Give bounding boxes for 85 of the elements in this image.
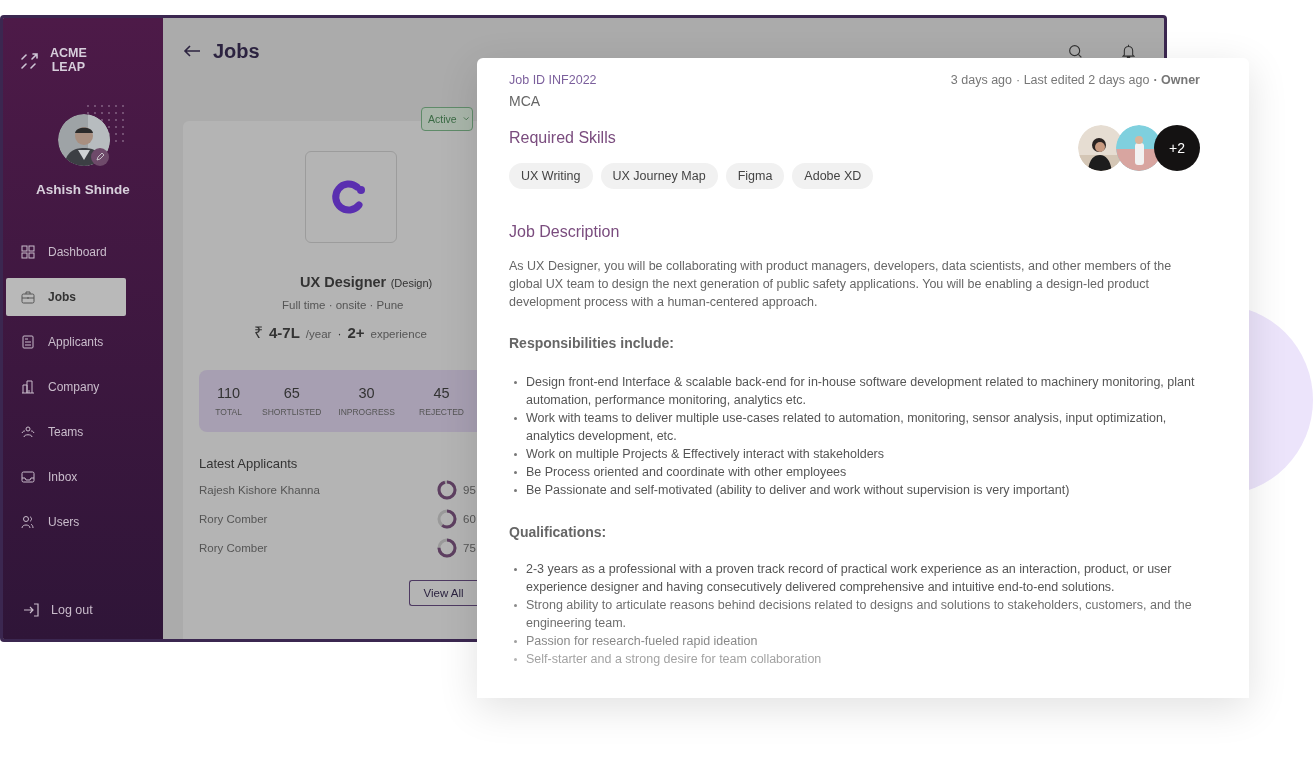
section-title: Latest Applicants [199, 456, 298, 471]
search-icon[interactable] [1068, 43, 1083, 59]
section-title: Required Skills [509, 129, 617, 147]
list-item: Work on multiple Projects & Effectively interact with stakeholders [526, 446, 885, 463]
profile-name: Ashish Shinde [35, 182, 131, 197]
logout-icon [23, 603, 39, 617]
nav-item[interactable]: Applicants [6, 323, 126, 361]
salary-range: 4-7L [269, 324, 300, 341]
list-item: Self-starter and a strong desire for team collaboration [526, 651, 822, 668]
stat-label: REJECTED [419, 407, 464, 417]
list-item: Be Passionate and self-motivated (ability to deliver and work without supervision is very important) [526, 482, 1070, 499]
section-title: Responsibilities include: [509, 335, 675, 351]
stat-value: 30 [358, 385, 375, 401]
nav-item[interactable]: Teams [6, 413, 126, 451]
skill-chip: Figma [725, 163, 785, 189]
bullet-icon [514, 604, 517, 607]
salary-period: /year [305, 328, 332, 340]
nav-item[interactable]: Inbox [6, 458, 126, 496]
list-item: Work with teams to deliver multiple use-cases related to automation, monitoring, sensor analysis, input optimization, analytics development, etc. [526, 410, 1168, 445]
stat-label: TOTAL [215, 407, 242, 417]
job-title: UX Designer [300, 274, 387, 290]
bullet-icon [514, 471, 517, 474]
bell-icon[interactable] [1121, 43, 1136, 59]
job-meta: Full time · onsite · Pune [282, 299, 404, 311]
skill-chip: UX Journey Map [600, 163, 718, 189]
document-icon [21, 335, 35, 349]
more-avatars-badge[interactable]: +2 [1154, 125, 1200, 171]
qualification: MCA [509, 93, 542, 109]
bullet-icon [514, 453, 517, 456]
edited-time: · Last edited 2 days ago [1016, 73, 1150, 87]
posted-time: 3 days ago [950, 73, 1012, 87]
chevron-icon [462, 116, 469, 122]
experience-value: 2+ [347, 324, 365, 341]
owner-label: · Owner [1153, 73, 1200, 87]
briefcase-icon [21, 290, 35, 304]
users-icon [21, 515, 35, 529]
stat-value: 110 [217, 385, 241, 401]
applicant-name: Rory Comber [199, 542, 269, 554]
inbox-icon [21, 470, 35, 484]
people-icon [21, 425, 35, 439]
job-description: As UX Designer, you will be collaborating with product managers, developers, data scientists, and other members of the global UX team to design the next generation of public safety applications. You will be enabling a design-led product development process with a human-centered approach. [509, 258, 1173, 311]
experience-label: experience [370, 328, 427, 340]
bullet-icon [514, 658, 517, 661]
job-id: Job ID INF2022 [509, 73, 597, 87]
bullet-icon [514, 417, 517, 420]
score-ring [437, 509, 457, 529]
bullet-icon [514, 489, 517, 492]
logo-text: LEAP [51, 60, 86, 74]
list-item: Design front-end Interface & scalable back-end for in-house software development related to machinery monitoring, plant automation, performance monitoring, analytics etc. [526, 374, 1196, 409]
nav-item[interactable]: Company [6, 368, 126, 406]
section-title: Qualifications: [509, 524, 608, 540]
bullet-icon [514, 568, 517, 571]
section-title: Job Description [509, 223, 621, 241]
building-icon [21, 380, 35, 394]
job-department: (Design) [390, 277, 433, 289]
list-item: Be Process oriented and coordinate with other employees [526, 464, 847, 481]
list-item: Strong ability to articulate reasons behind decisions related to designs and solutions to stakeholders, customers, and the engineering team. [526, 597, 1193, 632]
stat-value: 65 [283, 385, 300, 401]
stat-value: 45 [433, 385, 450, 401]
edit-icon[interactable] [91, 148, 109, 166]
page-title: Jobs [213, 39, 260, 63]
logo-text: ACME [50, 46, 87, 60]
stat-label: INPROGRESS [338, 407, 395, 417]
skill-chip: Adobe XD [792, 163, 874, 189]
applicant-name: Rory Comber [199, 513, 269, 525]
applicant-score: 60 [463, 513, 477, 525]
bullet-icon [514, 381, 517, 384]
applicant-score: 95 [463, 484, 477, 496]
back-arrow-icon[interactable] [183, 44, 201, 58]
applicant-score: 75 [463, 542, 477, 554]
separator: · [337, 327, 342, 341]
stat-label: SHORTLISTED [262, 407, 322, 417]
nav-item[interactable]: Jobs [6, 278, 126, 316]
nav-item[interactable]: Users [6, 503, 126, 541]
applicant-name: Rajesh Kishore Khanna [199, 484, 321, 496]
list-item: 2-3 years as a professional with a proven track record of practical work experience as an interaction, product, or user experience designer and having consecutively delivered comprehensive and intuitive end-to-end solutions. [526, 561, 1173, 596]
logout-button[interactable]: Log out [3, 603, 163, 617]
bullet-icon [514, 640, 517, 643]
score-ring [437, 480, 457, 500]
currency-symbol: ₹ [254, 323, 263, 343]
skill-chip: UX Writing [509, 163, 593, 189]
grid-icon [21, 245, 35, 259]
score-ring [437, 538, 457, 558]
nav-item[interactable]: Dashboard [6, 233, 126, 271]
list-item: Passion for research-fueled rapid ideation [526, 633, 758, 650]
